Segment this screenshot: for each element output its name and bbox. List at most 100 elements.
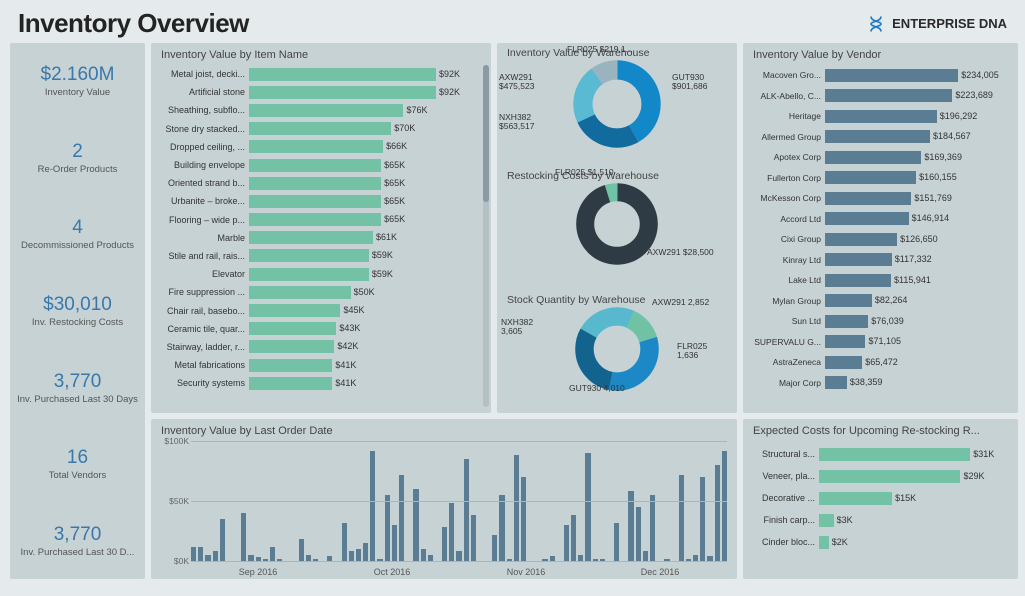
bar-row: Metal fabrications $41K	[159, 356, 477, 374]
bar-label: Ceramic tile, quar...	[159, 324, 249, 334]
inventory-by-last-order-date-chart[interactable]: Inventory Value by Last Order Date $100K…	[151, 419, 737, 579]
bar-label: Urbanite – broke...	[159, 196, 249, 206]
bar-value: $76K	[403, 104, 427, 117]
bar-label: Chair rail, basebo...	[159, 306, 249, 316]
bar-value: $126,650	[897, 233, 938, 246]
bar-label: Major Corp	[747, 378, 825, 388]
column-bar	[614, 523, 619, 561]
bar-row: Cinder bloc... $2K	[751, 531, 1008, 553]
bar-label: Artificial stone	[159, 87, 249, 97]
bar-row: Accord Ltd $146,914	[747, 209, 1010, 230]
bar-row: Chair rail, basebo... $45K	[159, 301, 477, 319]
inventory-by-item-chart[interactable]: Inventory Value by Item Name Metal joist…	[151, 43, 491, 413]
bar-row: Fire suppression ... $50K	[159, 283, 477, 301]
bar-label: Cinder bloc...	[751, 537, 819, 547]
column-bar	[385, 495, 390, 561]
bar-value: $82,264	[872, 294, 908, 307]
chart-title: Inventory Value by Last Order Date	[151, 419, 737, 439]
bar-row: Urbanite – broke... $65K	[159, 192, 477, 210]
column-bar	[585, 453, 590, 561]
bar-value: $29K	[960, 470, 984, 483]
dna-icon	[866, 14, 886, 34]
bar-value: $65K	[381, 195, 405, 208]
column-bar	[399, 475, 404, 561]
kpi-card[interactable]: 16Total Vendors	[10, 426, 145, 503]
bar-label: Lake Ltd	[747, 275, 825, 285]
column-bar	[722, 451, 727, 561]
bar-value: $115,941	[891, 274, 931, 287]
bar-label: Structural s...	[751, 449, 819, 459]
kpi-card[interactable]: 3,770Inv. Purchased Last 30 D...	[10, 502, 145, 579]
bar-label: Macoven Gro...	[747, 70, 825, 80]
bar-value: $15K	[892, 492, 916, 505]
bar-value: $70K	[391, 122, 415, 135]
warehouse-donuts-panel: Inventory Value by Warehouse FLR025 $219…	[497, 43, 737, 413]
stock-qty-by-warehouse-chart[interactable]: Stock Quantity by Warehouse NXH382 3,605…	[497, 290, 737, 413]
donut-label: FLR025 $219,1...	[567, 45, 633, 54]
bar-value: $65K	[381, 177, 405, 190]
bar-value: $59K	[369, 268, 393, 281]
column-bar	[636, 507, 641, 561]
inventory-by-warehouse-chart[interactable]: Inventory Value by Warehouse FLR025 $219…	[497, 43, 737, 166]
donut-label: AXW291 2,852	[652, 298, 709, 307]
kpi-label: Total Vendors	[49, 470, 107, 481]
kpi-card[interactable]: $30,010Inv. Restocking Costs	[10, 273, 145, 350]
column-bar	[643, 551, 648, 561]
kpi-label: Inventory Value	[45, 87, 110, 98]
axis-label: $0K	[174, 556, 189, 566]
bar-label: AstraZeneca	[747, 357, 825, 367]
bar-value: $43K	[336, 322, 360, 335]
expected-restocking-costs-chart[interactable]: Expected Costs for Upcoming Re-stocking …	[743, 419, 1018, 579]
kpi-card[interactable]: $2.160MInventory Value	[10, 43, 145, 120]
column-bar	[464, 459, 469, 561]
donut-label: GUT930 $901,686	[672, 73, 707, 92]
bar-value: $45K	[340, 304, 364, 317]
kpi-card[interactable]: 3,770Inv. Purchased Last 30 Days	[10, 349, 145, 426]
column-bar	[370, 451, 375, 561]
bar-row: Mylan Group $82,264	[747, 291, 1010, 312]
kpi-label: Re-Order Products	[38, 164, 118, 175]
inventory-by-vendor-chart[interactable]: Inventory Value by Vendor Macoven Gro...…	[743, 43, 1018, 413]
bar-label: Fullerton Corp	[747, 173, 825, 183]
column-bar	[191, 547, 196, 561]
column-bar	[198, 547, 203, 561]
axis-label: Sep 2016	[191, 567, 325, 577]
bar-row: Stairway, ladder, r... $42K	[159, 338, 477, 356]
bar-value: $184,567	[930, 130, 971, 143]
column-bar	[342, 523, 347, 561]
bar-value: $234,005	[958, 69, 999, 82]
donut-label: AXW291 $28,500	[647, 248, 714, 257]
kpi-label: Decommissioned Products	[21, 240, 134, 251]
restocking-by-warehouse-chart[interactable]: Restocking Costs by Warehouse FLR025 $1,…	[497, 166, 737, 289]
column-bar	[421, 549, 426, 561]
bar-row: Allermed Group $184,567	[747, 127, 1010, 148]
column-bar	[349, 551, 354, 561]
kpi-card[interactable]: 2Re-Order Products	[10, 120, 145, 197]
bar-label: Allermed Group	[747, 132, 825, 142]
bar-row: Stile and rail, rais... $59K	[159, 247, 477, 265]
bar-value: $76,039	[868, 315, 904, 328]
scrollbar[interactable]	[483, 65, 489, 407]
kpi-value: 16	[67, 447, 88, 469]
kpi-value: 4	[72, 217, 83, 239]
bar-label: Fire suppression ...	[159, 287, 249, 297]
donut-label: FLR025 1,636	[677, 342, 707, 361]
bar-value: $92K	[436, 86, 460, 99]
brand-logo: ENTERPRISE DNA	[866, 14, 1007, 34]
column-bar	[700, 477, 705, 561]
column-bar	[679, 475, 684, 561]
bar-row: Sun Ltd $76,039	[747, 311, 1010, 332]
bar-value: $92K	[436, 68, 460, 81]
kpi-card[interactable]: 4Decommissioned Products	[10, 196, 145, 273]
kpi-value: $2.160M	[41, 64, 115, 86]
bar-value: $41K	[332, 377, 356, 390]
bar-row: Elevator $59K	[159, 265, 477, 283]
bar-label: Marble	[159, 233, 249, 243]
bar-value: $41K	[332, 359, 356, 372]
bar-label: Dropped ceiling, ...	[159, 142, 249, 152]
bar-value: $196,292	[937, 110, 978, 123]
bar-row: Cixi Group $126,650	[747, 229, 1010, 250]
kpi-value: 2	[72, 141, 83, 163]
bar-row: Metal joist, decki... $92K	[159, 65, 477, 83]
bar-label: Sun Ltd	[747, 316, 825, 326]
